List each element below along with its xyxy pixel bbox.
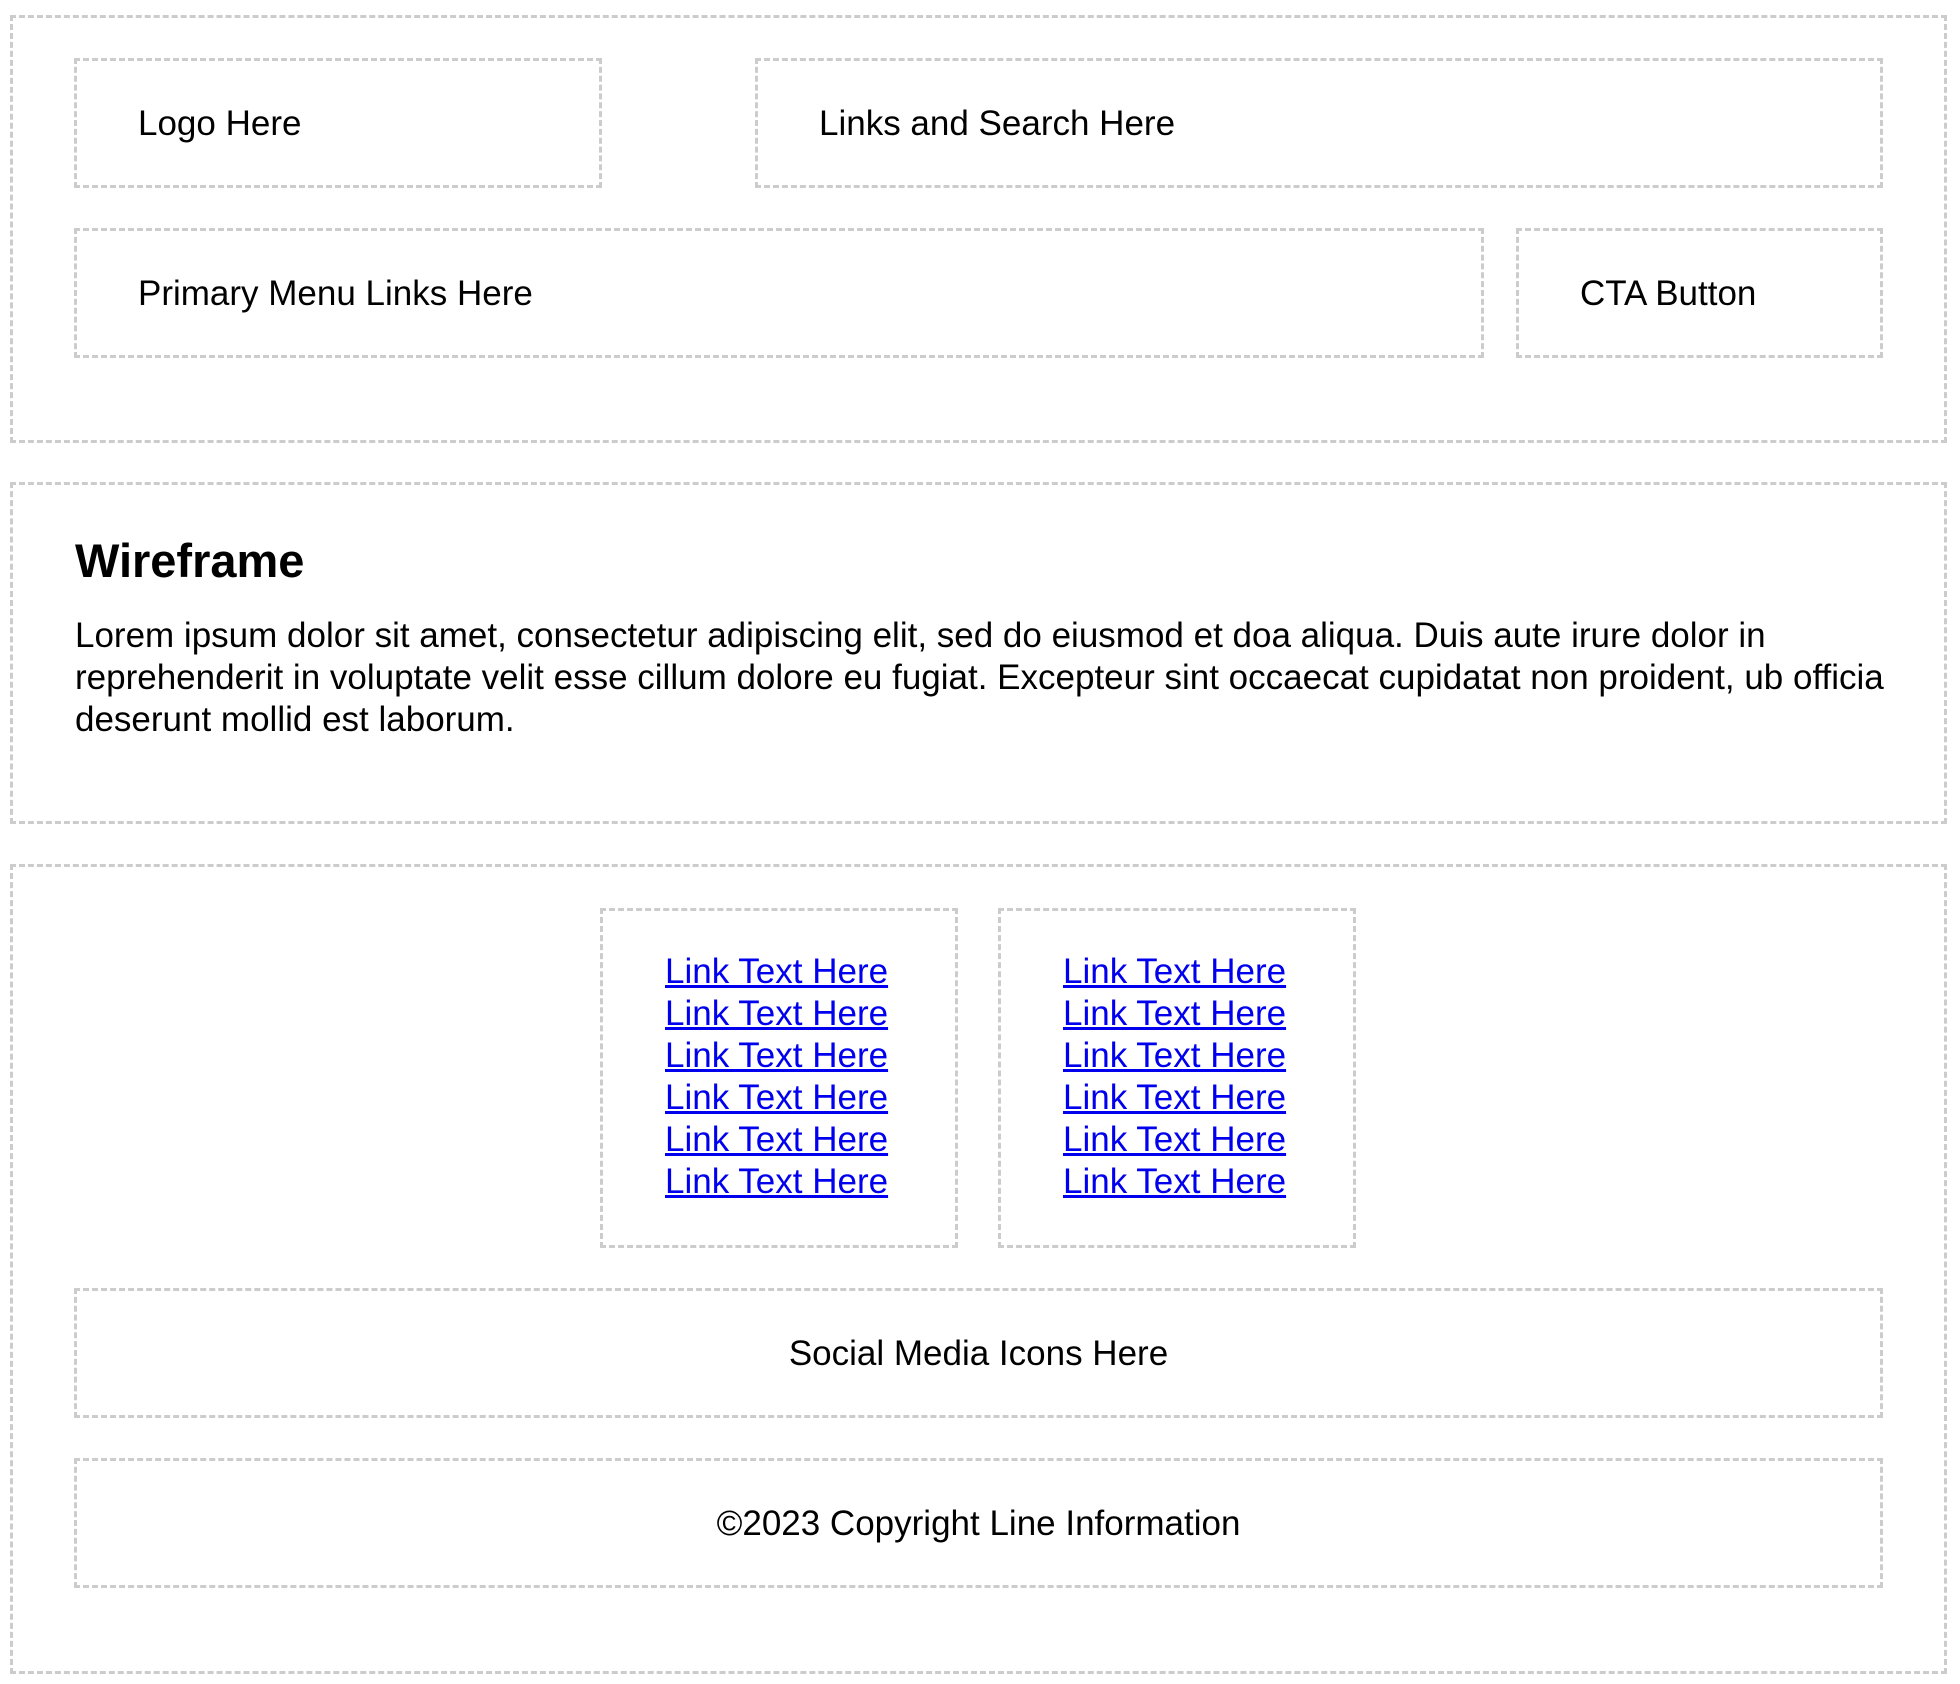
list-item: Link Text Here	[665, 951, 888, 993]
cta-button[interactable]: CTA Button	[1516, 228, 1883, 358]
list-item: Link Text Here	[665, 993, 888, 1035]
social-media-placeholder[interactable]: Social Media Icons Here	[74, 1288, 1883, 1418]
logo-label: Logo Here	[138, 104, 302, 143]
footer-link-list: Link Text Here Link Text Here Link Text …	[1063, 951, 1286, 1203]
list-item: Link Text Here	[1063, 1035, 1286, 1077]
primary-menu-label: Primary Menu Links Here	[138, 274, 533, 313]
footer-link[interactable]: Link Text Here	[665, 1120, 888, 1159]
footer-link[interactable]: Link Text Here	[1063, 952, 1286, 991]
cta-button-label: CTA Button	[1580, 274, 1757, 313]
list-item: Link Text Here	[1063, 993, 1286, 1035]
footer-link[interactable]: Link Text Here	[1063, 1036, 1286, 1075]
footer-link[interactable]: Link Text Here	[1063, 1120, 1286, 1159]
logo-placeholder[interactable]: Logo Here	[74, 58, 602, 188]
links-and-search-label: Links and Search Here	[819, 104, 1176, 143]
list-item: Link Text Here	[1063, 1077, 1286, 1119]
footer-link[interactable]: Link Text Here	[665, 1078, 888, 1117]
page-title: Wireframe	[75, 534, 305, 587]
copyright-bar: ©2023 Copyright Line Information	[74, 1458, 1883, 1588]
footer-link-list: Link Text Here Link Text Here Link Text …	[665, 951, 888, 1203]
footer-link[interactable]: Link Text Here	[665, 1162, 888, 1201]
footer-link-column: Link Text Here Link Text Here Link Text …	[998, 908, 1356, 1248]
footer-link[interactable]: Link Text Here	[665, 1036, 888, 1075]
list-item: Link Text Here	[665, 1035, 888, 1077]
list-item: Link Text Here	[1063, 1119, 1286, 1161]
list-item: Link Text Here	[665, 1161, 888, 1203]
footer-link-column: Link Text Here Link Text Here Link Text …	[600, 908, 958, 1248]
list-item: Link Text Here	[665, 1077, 888, 1119]
content-paragraph: Lorem ipsum dolor sit amet, consectetur …	[75, 616, 1884, 739]
footer-link[interactable]: Link Text Here	[1063, 1162, 1286, 1201]
footer-link[interactable]: Link Text Here	[1063, 1078, 1286, 1117]
primary-menu-placeholder[interactable]: Primary Menu Links Here	[74, 228, 1484, 358]
footer-link[interactable]: Link Text Here	[1063, 994, 1286, 1033]
links-and-search-placeholder[interactable]: Links and Search Here	[755, 58, 1883, 188]
footer-link[interactable]: Link Text Here	[665, 952, 888, 991]
copyright-text: ©2023 Copyright Line Information	[716, 1504, 1241, 1543]
social-media-label: Social Media Icons Here	[788, 1334, 1169, 1373]
list-item: Link Text Here	[1063, 951, 1286, 993]
list-item: Link Text Here	[665, 1119, 888, 1161]
footer-link[interactable]: Link Text Here	[665, 994, 888, 1033]
content-section: Wireframe Lorem ipsum dolor sit amet, co…	[10, 482, 1947, 824]
list-item: Link Text Here	[1063, 1161, 1286, 1203]
